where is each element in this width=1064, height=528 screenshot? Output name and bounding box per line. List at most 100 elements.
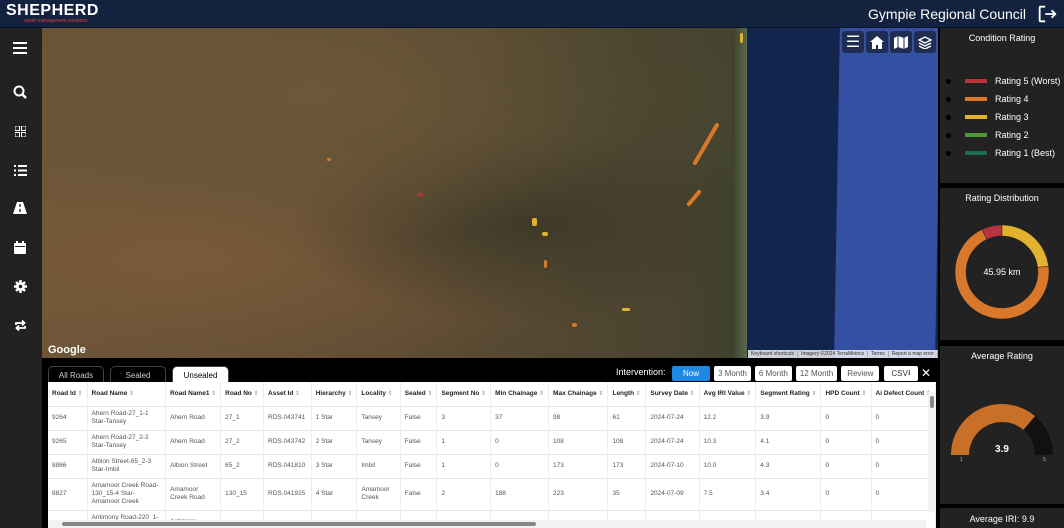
table-cell: 1 [436, 453, 492, 478]
sort-icon[interactable]: ⇕ [479, 391, 486, 397]
search-icon[interactable] [11, 83, 29, 101]
table-row[interactable]: 8866 Albion Street-65_2-3 Star-Imbil Albio… [48, 453, 936, 478]
legend-swatch [965, 133, 987, 137]
legend-label: Rating 1 (Best) [995, 148, 1056, 158]
column-header[interactable]: Road No ⇕ [220, 382, 265, 406]
table-cell: 0 [820, 477, 872, 510]
sort-icon[interactable]: ⇕ [860, 391, 866, 397]
column-header[interactable]: Segment No ⇕ [436, 382, 492, 406]
table-cell: 27_1 [220, 405, 265, 430]
settings-icon[interactable] [11, 277, 29, 295]
column-header[interactable]: Asset Id ⇕ [263, 382, 312, 406]
intervention-review-button[interactable]: Review [841, 366, 880, 381]
road-segment[interactable] [686, 189, 702, 207]
intervention-12-month-button[interactable]: 12 Month [795, 366, 838, 381]
donut-slice-rating-3[interactable] [1001, 224, 1049, 268]
road-segment[interactable] [692, 122, 720, 166]
column-header[interactable]: Locality ⇕ [356, 382, 401, 406]
table-cell: 10.3 [699, 429, 757, 454]
column-header[interactable]: Max Chainage ⇕ [548, 382, 609, 406]
column-header[interactable]: Length ⇕ [607, 382, 647, 406]
column-header[interactable]: HPD Count ⇕ [820, 382, 872, 406]
layers-icon[interactable] [914, 31, 936, 53]
column-header[interactable]: Segment Rating ⇕ [755, 382, 822, 406]
sort-icon[interactable]: ⇕ [810, 391, 816, 397]
table-cell: 2024-07-24 [645, 429, 700, 454]
column-header[interactable]: Min Chainage ⇕ [490, 382, 550, 406]
sort-icon[interactable]: ⇕ [293, 391, 300, 397]
map-view[interactable]: ☰ Google Keyboard shortcuts Imagery ©202… [42, 28, 938, 358]
keyboard-shortcuts-link[interactable]: Keyboard shortcuts [748, 351, 799, 357]
table-row[interactable]: 9264 Ahern Road-27_1-1 Star-Tansey Ahern R… [48, 405, 936, 430]
table-cell: 65_2 [220, 453, 265, 478]
sort-icon[interactable]: ⇕ [252, 391, 259, 397]
menu-icon[interactable] [11, 39, 29, 57]
column-header[interactable]: Road Id ⇕ [48, 382, 88, 406]
legend-swatch [965, 151, 987, 155]
sort-icon[interactable]: ⇕ [597, 391, 603, 397]
column-header[interactable]: Survey Date ⇕ [645, 382, 700, 406]
column-header[interactable]: Avg IRI Value ⇕ [699, 382, 757, 406]
vertical-scrollbar[interactable] [928, 392, 936, 512]
intervention-6-month-button[interactable]: 6 Month [754, 366, 792, 381]
csv-download-button[interactable]: CSV ⭳ [884, 366, 918, 381]
table-cell: 188 [490, 477, 550, 510]
sort-icon[interactable]: ⇕ [745, 391, 751, 397]
imagery-credit: Imagery ©2024 TerraMetrics [798, 351, 869, 357]
sync-icon[interactable] [11, 316, 29, 334]
sort-icon[interactable]: ⇕ [346, 391, 352, 397]
table-cell: 0 [820, 429, 872, 454]
table-row[interactable]: 9265 Ahern Road-27_2-2 Star-Tansey Ahern R… [48, 429, 936, 454]
sort-icon[interactable]: ⇕ [537, 391, 544, 397]
legend-item[interactable]: Rating 2 [946, 130, 1029, 140]
calendar-icon[interactable] [11, 238, 29, 256]
horizontal-scrollbar[interactable] [48, 520, 926, 528]
condition-rating-card: Condition Rating Rating 5 (Worst) Rating … [940, 28, 1064, 183]
table-cell: 130_15 [220, 477, 265, 510]
table-cell: 9265 [48, 429, 88, 454]
road-segment[interactable] [544, 260, 547, 268]
column-header[interactable]: Sealed ⇕ [400, 382, 438, 406]
road-segment[interactable] [327, 158, 331, 161]
report-error-link[interactable]: Report a map error [889, 351, 938, 357]
road-icon[interactable] [11, 199, 29, 217]
table-cell: Amamoor Creek Road-130_15-4 Star-Amamoor… [87, 477, 167, 510]
list-icon[interactable] [11, 161, 29, 179]
map-icon[interactable] [890, 31, 912, 53]
road-segment[interactable] [622, 308, 630, 311]
road-segment[interactable] [417, 193, 423, 196]
road-segment[interactable] [542, 232, 548, 236]
terms-link[interactable]: Terms [868, 351, 889, 357]
dashboard-icon[interactable] [11, 122, 29, 140]
sort-icon[interactable]: ⇕ [426, 391, 432, 397]
home-icon[interactable] [866, 31, 888, 53]
table-cell: 27_2 [220, 429, 265, 454]
logout-icon[interactable] [1036, 3, 1058, 25]
road-segment[interactable] [572, 323, 577, 327]
sort-icon[interactable]: ⇕ [386, 391, 393, 397]
legend-item[interactable]: Rating 5 (Worst) [946, 76, 1060, 86]
close-icon[interactable]: ✕ [921, 366, 931, 380]
intervention-now-button[interactable]: Now [672, 366, 711, 381]
table-cell: 223 [548, 477, 609, 510]
road-segment[interactable] [740, 33, 743, 43]
legend-item[interactable]: Rating 1 (Best) [946, 148, 1055, 158]
stats-panel: Condition Rating Rating 5 (Worst) Rating … [938, 28, 1064, 528]
column-header[interactable]: Road Name ⇕ [87, 382, 167, 406]
road-segment[interactable] [532, 218, 537, 226]
column-header[interactable]: Road Name1 ⇕ [165, 382, 222, 406]
table-cell: False [400, 429, 438, 454]
sort-icon[interactable]: ⇕ [688, 391, 695, 397]
column-header[interactable]: Ai Defect Count ⇕ [871, 382, 936, 406]
legend-item[interactable]: Rating 3 [946, 112, 1029, 122]
sort-icon[interactable]: ⇕ [76, 391, 83, 397]
sort-icon[interactable]: ⇕ [127, 391, 134, 397]
column-header[interactable]: Hierarchy ⇕ [311, 382, 358, 406]
legend-label: Rating 5 (Worst) [995, 76, 1061, 86]
intervention-3-month-button[interactable]: 3 Month [714, 366, 751, 381]
table-row[interactable]: 8827 Amamoor Creek Road-130_15-4 Star-Ama… [48, 477, 936, 510]
sort-icon[interactable]: ⇕ [209, 391, 216, 397]
sort-icon[interactable]: ⇕ [634, 391, 641, 397]
legend-item[interactable]: Rating 4 [946, 94, 1029, 104]
list-icon[interactable]: ☰ [842, 31, 864, 53]
